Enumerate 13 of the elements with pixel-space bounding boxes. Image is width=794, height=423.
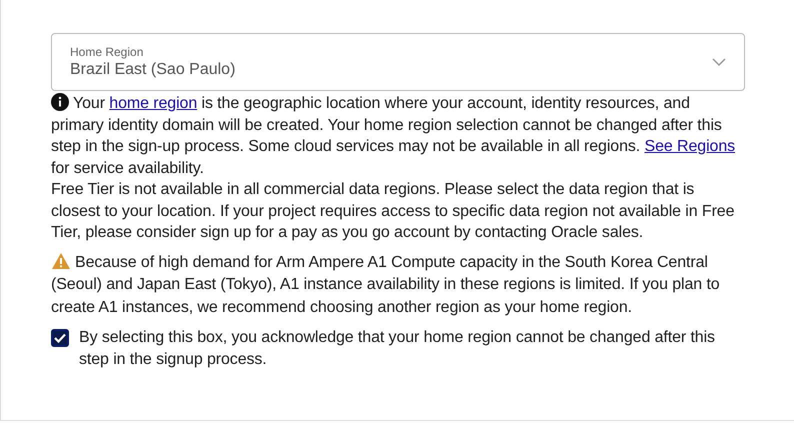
- checkbox[interactable]: [51, 329, 69, 347]
- field-label: Home Region: [70, 44, 144, 60]
- info-icon: [51, 93, 69, 111]
- free-tier-note: Free Tier is not available in all commercial data regions. Please select the data region that is closest to your location. If your project requires access to specific data region not available in Free Tier, please consider sign up for a pay as you go account by contacting Oracle sales.: [51, 180, 736, 243]
- region-select[interactable]: Home Region Brazil East (Sao Paulo): [51, 33, 745, 91]
- warning-text: Because of high demand for Arm Ampere A1 Compute capacity in the South Korea Central (Seoul) and Japan East (Tokyo), A1 instance availability in these regions is limited. If you plan to create A1 instances, we recommend choosing another region as your home region.: [51, 252, 721, 318]
- warning-icon: [51, 252, 71, 270]
- checkbox-label: By selecting this box, you acknowledge that your home region cannot be changed after this step in the signup process.: [79, 328, 716, 370]
- field-value: Brazil East (Sao Paulo): [70, 60, 236, 80]
- chevron-down-icon: [712, 57, 726, 67]
- link[interactable]: See Regions: [644, 138, 736, 155]
- info-text: Your home region is the geographic location where your account, identity resources, and primary identity domain will be created. Your home region selection cannot be changed after this step in the sign-up process. Some cloud services may not be available in all regions. See Regions for service availability.: [51, 93, 736, 178]
- link[interactable]: home region: [109, 95, 198, 112]
